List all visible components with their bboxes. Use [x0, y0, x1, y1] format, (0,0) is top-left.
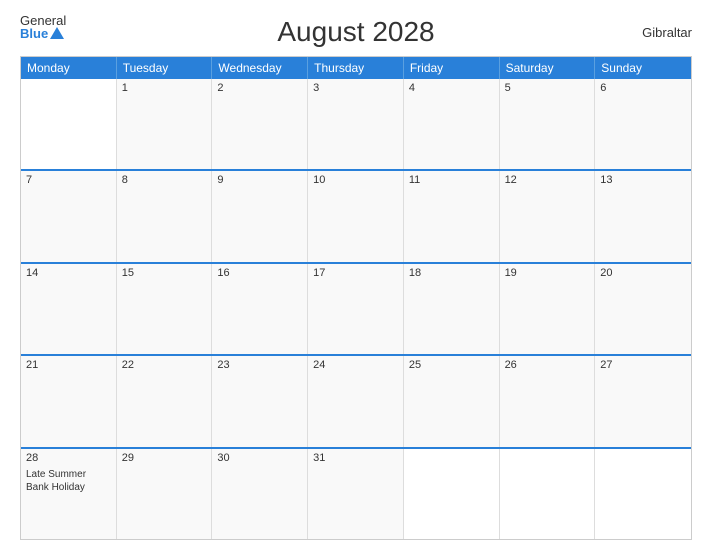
day-number: 17 — [313, 267, 398, 279]
cal-cell-1-4: 11 — [404, 171, 500, 261]
day-number: 7 — [26, 174, 111, 186]
day-number: 10 — [313, 174, 398, 186]
calendar-row-4: 28 Late Summer Bank Holiday 29 30 31 — [21, 449, 691, 539]
day-number: 26 — [505, 359, 590, 371]
header-saturday: Saturday — [500, 57, 596, 79]
cal-cell-3-5: 26 — [500, 356, 596, 446]
cal-cell-3-3: 24 — [308, 356, 404, 446]
day-number: 2 — [217, 82, 302, 94]
cal-cell-4-6 — [595, 449, 691, 539]
day-number: 18 — [409, 267, 494, 279]
cal-cell-4-4 — [404, 449, 500, 539]
header-sunday: Sunday — [595, 57, 691, 79]
region-label: Gibraltar — [642, 25, 692, 40]
day-number: 30 — [217, 452, 302, 464]
cal-cell-4-1: 29 — [117, 449, 213, 539]
day-number: 4 — [409, 82, 494, 94]
day-number: 6 — [600, 82, 686, 94]
day-number: 13 — [600, 174, 686, 186]
day-number: 16 — [217, 267, 302, 279]
day-number: 9 — [217, 174, 302, 186]
day-number: 24 — [313, 359, 398, 371]
cal-cell-2-0: 14 — [21, 264, 117, 354]
day-number: 15 — [122, 267, 207, 279]
cal-cell-1-3: 10 — [308, 171, 404, 261]
calendar-weekday-header: Monday Tuesday Wednesday Thursday Friday… — [21, 57, 691, 79]
day-number: 23 — [217, 359, 302, 371]
calendar-row-0: 123456 — [21, 79, 691, 171]
logo-blue-text: Blue — [20, 27, 66, 40]
cal-cell-1-2: 9 — [212, 171, 308, 261]
cal-cell-4-5 — [500, 449, 596, 539]
day-number: 14 — [26, 267, 111, 279]
day-number: 29 — [122, 452, 207, 464]
calendar-row-3: 21 22 23 24 25 26 27 — [21, 356, 691, 448]
cal-cell-0-4: 4 — [404, 79, 500, 169]
cal-cell-3-2: 23 — [212, 356, 308, 446]
cal-cell-2-4: 18 — [404, 264, 500, 354]
cal-cell-3-4: 25 — [404, 356, 500, 446]
cal-cell-1-6: 13 — [595, 171, 691, 261]
cal-cell-0-0 — [21, 79, 117, 169]
cal-cell-2-5: 19 — [500, 264, 596, 354]
cal-cell-1-1: 8 — [117, 171, 213, 261]
calendar-grid: Monday Tuesday Wednesday Thursday Friday… — [20, 56, 692, 540]
day-number: 22 — [122, 359, 207, 371]
header-thursday: Thursday — [308, 57, 404, 79]
cal-cell-3-1: 22 — [117, 356, 213, 446]
cal-cell-2-3: 17 — [308, 264, 404, 354]
cal-cell-2-6: 20 — [595, 264, 691, 354]
cal-cell-0-3: 3 — [308, 79, 404, 169]
cal-cell-3-0: 21 — [21, 356, 117, 446]
day-number: 31 — [313, 452, 398, 464]
page-title: August 2028 — [277, 16, 434, 48]
page: General Blue August 2028 Gibraltar Monda… — [0, 0, 712, 550]
header-tuesday: Tuesday — [117, 57, 213, 79]
cal-cell-3-6: 27 — [595, 356, 691, 446]
header-wednesday: Wednesday — [212, 57, 308, 79]
logo: General Blue — [20, 14, 66, 40]
logo-triangle-icon — [50, 27, 64, 39]
day-number: 25 — [409, 359, 494, 371]
day-number: 3 — [313, 82, 398, 94]
day-number: 21 — [26, 359, 111, 371]
day-number: 28 — [26, 452, 111, 464]
cal-cell-4-2: 30 — [212, 449, 308, 539]
day-number: 27 — [600, 359, 686, 371]
cal-cell-4-0: 28 Late Summer Bank Holiday — [21, 449, 117, 539]
day-number: 20 — [600, 267, 686, 279]
day-number: 5 — [505, 82, 590, 94]
day-number: 11 — [409, 174, 494, 186]
day-number: 19 — [505, 267, 590, 279]
cal-cell-0-5: 5 — [500, 79, 596, 169]
cal-cell-1-5: 12 — [500, 171, 596, 261]
calendar-body: 1234567891011121314151617181920212223242… — [21, 79, 691, 539]
header-friday: Friday — [404, 57, 500, 79]
cal-cell-0-1: 1 — [117, 79, 213, 169]
day-number: 1 — [122, 82, 207, 94]
cal-cell-0-2: 2 — [212, 79, 308, 169]
day-event: Late Summer Bank Holiday — [26, 468, 111, 494]
calendar-row-2: 14 15 16 17 18 19 20 — [21, 264, 691, 356]
cal-cell-2-2: 16 — [212, 264, 308, 354]
calendar-header: General Blue August 2028 Gibraltar — [20, 10, 692, 52]
cal-cell-0-6: 6 — [595, 79, 691, 169]
cal-cell-4-3: 31 — [308, 449, 404, 539]
day-number: 12 — [505, 174, 590, 186]
cal-cell-2-1: 15 — [117, 264, 213, 354]
cal-cell-1-0: 7 — [21, 171, 117, 261]
day-number: 8 — [122, 174, 207, 186]
calendar-row-1: 789 10 11 12 13 — [21, 171, 691, 263]
header-monday: Monday — [21, 57, 117, 79]
